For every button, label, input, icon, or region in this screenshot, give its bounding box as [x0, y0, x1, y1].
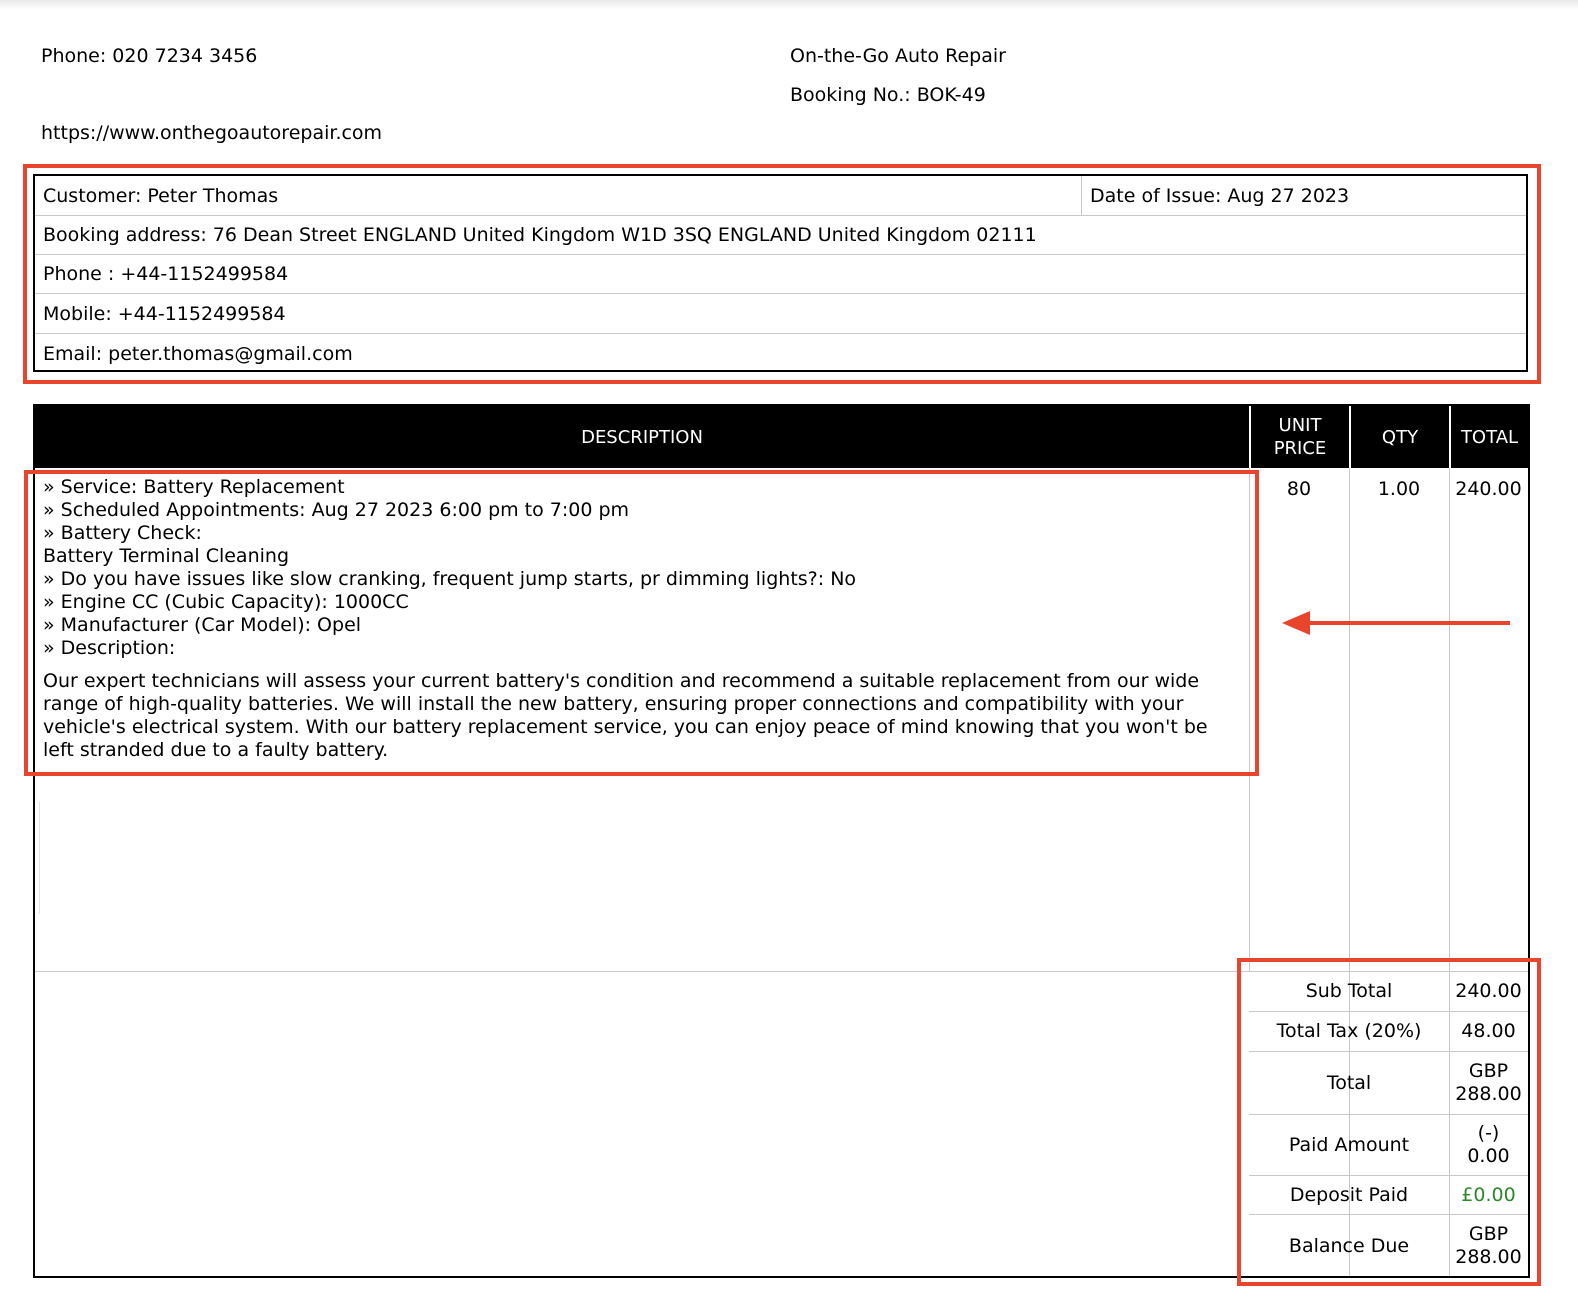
- balance-currency: GBP: [1468, 1223, 1509, 1245]
- balance-due-label: Balance Due: [1288, 1234, 1410, 1257]
- total-value: GBP 288.00: [1449, 1052, 1528, 1114]
- item-line: Battery Terminal Cleaning: [43, 545, 289, 567]
- total-label: Total: [1326, 1071, 1372, 1094]
- item-description-paragraph: Our expert technicians will assess your …: [43, 670, 1208, 761]
- customer-info-table: Customer: Peter Thomas Date of Issue: Au…: [33, 174, 1528, 372]
- customer-email-row: Email: peter.thomas@gmail.com: [35, 334, 1526, 374]
- customer-phone-row: Phone : +44-1152499584: [35, 254, 1526, 294]
- item-line: » Description:: [43, 637, 176, 659]
- company-name: On-the-Go Auto Repair: [790, 45, 1006, 67]
- customer-email[interactable]: Email: peter.thomas@gmail.com: [43, 343, 353, 365]
- item-total: 240.00: [1455, 478, 1522, 500]
- header-unit-price-line2: PRICE: [1273, 438, 1327, 459]
- arrow-left-icon: [1282, 611, 1510, 635]
- paid-amount-label: Paid Amount: [1288, 1133, 1410, 1156]
- header-unit-price: UNIT PRICE: [1249, 406, 1349, 468]
- item-line: » Do you have issues like slow cranking,…: [43, 568, 857, 590]
- total-currency: GBP: [1468, 1060, 1509, 1082]
- customer-mobile: Mobile: +44-1152499584: [43, 303, 286, 325]
- company-website[interactable]: https://www.onthegoautorepair.com: [41, 122, 382, 144]
- item-unit-price: 80: [1286, 478, 1312, 500]
- date-of-issue: Date of Issue: Aug 27 2023: [1090, 185, 1350, 207]
- header-qty: QTY: [1349, 406, 1449, 468]
- header-description: DESCRIPTION: [581, 426, 703, 448]
- total-amount: 288.00: [1455, 1083, 1522, 1105]
- paid-amount-value: (-) 0.00: [1449, 1115, 1528, 1175]
- deposit-paid-label: Deposit Paid: [1289, 1183, 1409, 1206]
- header-unit-price-line1: UNIT: [1278, 415, 1322, 436]
- booking-address: Booking address: 76 Dean Street ENGLAND …: [43, 224, 1037, 246]
- deposit-paid-value: £0.00: [1461, 1183, 1516, 1206]
- company-phone: Phone: 020 7234 3456: [41, 45, 258, 67]
- faint-divider: [39, 802, 40, 914]
- items-table: DESCRIPTION UNIT PRICE QTY TOTAL » Servi…: [33, 404, 1530, 1278]
- top-shade: [0, 0, 1578, 10]
- col-divider: [1249, 468, 1250, 972]
- header-total: TOTAL: [1449, 406, 1528, 468]
- tax-label: Total Tax (20%): [1276, 1020, 1422, 1042]
- item-line: » Engine CC (Cubic Capacity): 1000CC: [43, 591, 409, 613]
- sub-total-label: Sub Total: [1305, 980, 1393, 1002]
- item-line: » Manufacturer (Car Model): Opel: [43, 614, 362, 636]
- item-line: » Service: Battery Replacement: [43, 476, 345, 498]
- item-line: » Battery Check:: [43, 522, 202, 544]
- date-of-issue-cell: Date of Issue: Aug 27 2023: [1081, 176, 1526, 215]
- booking-number: Booking No.: BOK-49: [790, 84, 986, 106]
- customer-mobile-row: Mobile: +44-1152499584: [35, 294, 1526, 334]
- customer-phone: Phone : +44-1152499584: [43, 263, 289, 285]
- paid-sign: (-): [1477, 1122, 1500, 1144]
- item-qty: 1.00: [1377, 478, 1421, 500]
- paid-amount: 0.00: [1467, 1145, 1510, 1167]
- item-line: » Scheduled Appointments: Aug 27 2023 6:…: [43, 499, 630, 521]
- sub-total-value: 240.00: [1455, 980, 1522, 1002]
- customer-name: Customer: Peter Thomas: [43, 185, 279, 207]
- booking-address-row: Booking address: 76 Dean Street ENGLAND …: [35, 215, 1526, 255]
- customer-row: Customer: Peter Thomas Date of Issue: Au…: [35, 176, 1526, 216]
- balance-amount: 288.00: [1455, 1246, 1522, 1268]
- table-header: DESCRIPTION UNIT PRICE QTY TOTAL: [35, 406, 1528, 468]
- tax-value: 48.00: [1461, 1020, 1516, 1042]
- balance-due-value: GBP 288.00: [1449, 1215, 1528, 1277]
- item-description: » Service: Battery Replacement » Schedul…: [43, 476, 1243, 762]
